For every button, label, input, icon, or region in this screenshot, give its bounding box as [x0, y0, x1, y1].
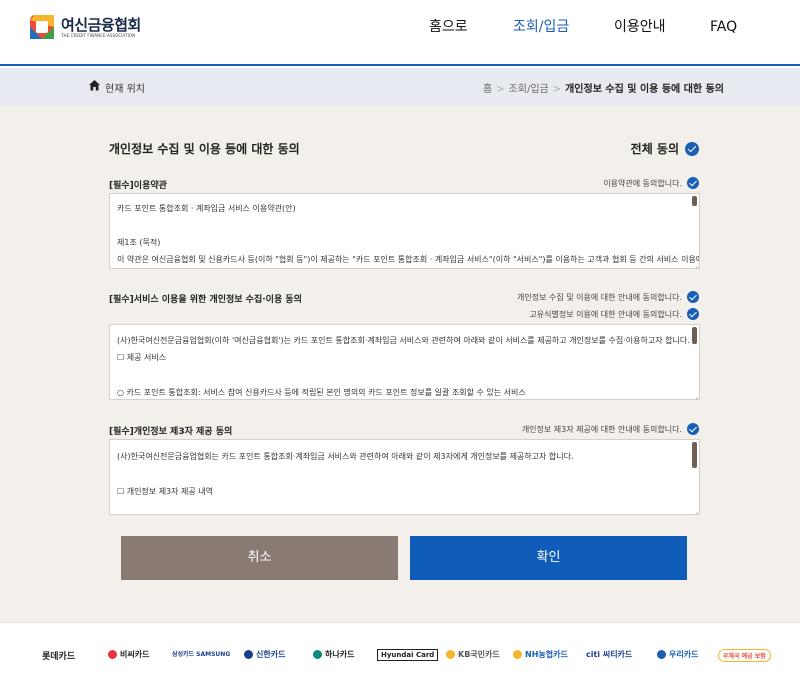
consent-content: 개인정보 수집 및 이용 등에 대한 동의 전체 동의 [필수]이용약관 이용약…: [0, 106, 800, 622]
section-third-party-title: [필수]개인정보 제3자 제공 동의: [109, 427, 233, 437]
partner-logos: 롯데카드 비씨카드 삼성카드 SAMSUNG 신한카드 하나카드 Hyundai…: [0, 622, 800, 685]
third-party-line: (사)한국여신전문금융업협회는 카드 포인트 통합조회·계좌입금 서비스와 관련…: [117, 452, 574, 461]
hana-card-icon: [313, 650, 322, 659]
section-privacy-title: [필수]서비스 이용을 위한 개인정보 수집·이용 동의: [109, 295, 302, 305]
scrollbar[interactable]: [692, 194, 697, 268]
logo-subtitle: THE CREDIT FINANCE ASSOCIATION: [61, 32, 136, 38]
scroll-thumb[interactable]: [692, 442, 697, 468]
logo[interactable]: 여신금융협회 THE CREDIT FINANCE ASSOCIATION: [29, 14, 141, 40]
logo-icon: [29, 14, 55, 40]
agree-all-label: 전체 동의: [630, 142, 679, 156]
partner-lotte-card[interactable]: 롯데카드: [42, 649, 75, 662]
current-location-label: 현재 위치: [105, 84, 145, 95]
privacy-line: (사)한국여신전문금융업협회(이하 '여신금융협회')는 카드 포인트 통합조회…: [117, 336, 690, 345]
confirm-button[interactable]: 확인: [410, 536, 687, 580]
partner-citi-card[interactable]: citi 씨티카드: [586, 649, 632, 660]
check-icon[interactable]: [687, 423, 699, 435]
kb-card-icon: [446, 650, 455, 659]
partner-woori-card[interactable]: 우리카드: [657, 649, 698, 660]
breadcrumb: 홈 > 조회/입금 > 개인정보 수집 및 이용 등에 대한 동의: [483, 80, 724, 95]
partner-hyundai-card[interactable]: Hyundai Card: [377, 649, 439, 661]
resize-handle[interactable]: [692, 261, 698, 267]
home-icon: [89, 80, 100, 91]
partner-samsung-card[interactable]: 삼성카드 SAMSUNG: [172, 649, 230, 658]
agree-all-toggle[interactable]: 전체 동의: [631, 140, 699, 157]
breadcrumb-separator: >: [496, 84, 505, 95]
cancel-button[interactable]: 취소: [121, 536, 398, 580]
third-party-textarea[interactable]: (사)한국여신전문금융업협회는 카드 포인트 통합조회·계좌입금 서비스와 관련…: [109, 439, 700, 515]
agree-third-party[interactable]: 개인정보 제3자 제공에 대한 안내에 동의합니다.: [522, 423, 699, 435]
partner-shinhan-card[interactable]: 신한카드: [244, 649, 285, 660]
privacy-line: ☐ 제공 서비스: [117, 353, 167, 362]
woori-card-icon: [657, 650, 666, 659]
agree-privacy-collect[interactable]: 개인정보 수집 및 이용에 대한 안내에 동의합니다.: [517, 291, 699, 303]
nav-guide[interactable]: 이용안내: [614, 18, 666, 36]
breadcrumb-separator: >: [552, 84, 562, 95]
page-title: 개인정보 수집 및 이용 등에 대한 동의: [109, 142, 300, 156]
partner-kb-card[interactable]: KB국민카드: [446, 649, 500, 660]
site-header: 여신금융협회 THE CREDIT FINANCE ASSOCIATION 홈으…: [0, 0, 800, 66]
partner-bc-card[interactable]: 비씨카드: [108, 649, 149, 660]
breadcrumb-bar: 현재 위치 홈 > 조회/입금 > 개인정보 수집 및 이용 등에 대한 동의: [0, 68, 800, 106]
nav-home[interactable]: 홈으로: [429, 18, 468, 36]
check-icon[interactable]: [687, 177, 699, 189]
logo-name: 여신금융협회: [61, 15, 141, 34]
third-party-line: ☐ 개인정보 제3자 제공 내역: [117, 487, 214, 496]
terms-textarea[interactable]: 카드 포인트 통합조회 · 계좌입금 서비스 이용약관(안) 제1조 (목적) …: [109, 193, 700, 269]
agree-terms-label: 이용약관에 동의합니다.: [603, 178, 682, 188]
privacy-line: ○ 카드 포인트 통합조회: 서비스 참여 신용카드사 등에 적립된 본인 명의…: [117, 388, 526, 397]
resize-handle[interactable]: [692, 392, 698, 398]
nav-faq[interactable]: FAQ: [710, 18, 737, 36]
nav-inquiry-deposit[interactable]: 조회/입금: [513, 18, 569, 36]
breadcrumb-home[interactable]: 홈: [483, 84, 492, 95]
partner-post-insurance[interactable]: 우체국 예금 보험: [718, 649, 771, 662]
breadcrumb-inquiry[interactable]: 조회/입금: [509, 84, 549, 95]
scrollbar[interactable]: [692, 325, 697, 399]
check-icon[interactable]: [685, 141, 699, 156]
bc-card-icon: [108, 650, 117, 659]
scroll-thumb[interactable]: [692, 196, 697, 206]
agree-terms[interactable]: 이용약관에 동의합니다.: [603, 177, 699, 189]
agree-privacy-collect-label: 개인정보 수집 및 이용에 대한 안내에 동의합니다.: [517, 292, 682, 302]
agree-unique-id[interactable]: 고유식별정보 이용에 대한 안내에 동의합니다.: [529, 308, 699, 320]
breadcrumb-current: 개인정보 수집 및 이용 등에 대한 동의: [565, 84, 724, 95]
partner-nh-card[interactable]: NH농협카드: [513, 649, 568, 660]
section-terms-title: [필수]이용약관: [109, 181, 167, 191]
partner-hana-card[interactable]: 하나카드: [313, 649, 354, 660]
resize-handle[interactable]: [692, 507, 698, 513]
terms-line: 카드 포인트 통합조회 · 계좌입금 서비스 이용약관(안): [117, 204, 296, 213]
scroll-thumb[interactable]: [692, 327, 697, 344]
check-icon[interactable]: [687, 308, 699, 320]
terms-line: 이 약관은 여신금융협회 및 신용카드사 등(이하 "협회 등")이 제공하는 …: [117, 255, 700, 264]
nh-card-icon: [513, 650, 522, 659]
check-icon[interactable]: [687, 291, 699, 303]
terms-line: 제1조 (목적): [117, 238, 161, 247]
agree-third-party-label: 개인정보 제3자 제공에 대한 안내에 동의합니다.: [521, 424, 682, 434]
scrollbar[interactable]: [692, 440, 697, 514]
agree-unique-id-label: 고유식별정보 이용에 대한 안내에 동의합니다.: [529, 309, 682, 319]
shinhan-card-icon: [244, 650, 253, 659]
privacy-textarea[interactable]: (사)한국여신전문금융업협회(이하 '여신금융협회')는 카드 포인트 통합조회…: [109, 324, 700, 400]
